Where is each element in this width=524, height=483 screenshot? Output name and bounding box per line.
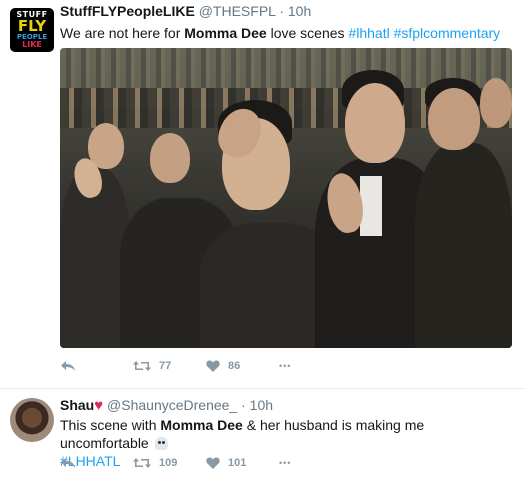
display-name[interactable]: StuffFLYPeopleLIKE — [60, 3, 195, 19]
timestamp[interactable]: 10h — [250, 397, 273, 413]
text-segment: This scene with — [60, 417, 161, 433]
retweet-icon — [133, 360, 151, 372]
reply-icon — [60, 360, 76, 372]
tweet[interactable]: STUFF FLY PEOPLE LIKE StuffFLYPeopleLIKE… — [0, 0, 524, 387]
photo-figure — [360, 176, 382, 236]
hashtag-link[interactable]: #lhhatl — [348, 25, 389, 41]
photo-figure — [428, 88, 480, 150]
retweet-count: 109 — [159, 457, 178, 469]
retweet-button[interactable]: 77 — [133, 360, 206, 372]
avatar-logo-text: LIKE — [22, 40, 42, 49]
photo-figure — [415, 143, 512, 348]
tweet-header: Shau♥ @ShaunyceDrenee_ · 10h — [60, 397, 273, 414]
text-segment: love scenes — [266, 25, 349, 41]
reply-button[interactable] — [60, 360, 100, 372]
more-button[interactable]: ••• — [279, 458, 291, 468]
avatar[interactable] — [10, 398, 54, 442]
skull-emoji-icon — [154, 437, 168, 450]
photo-figure — [150, 133, 190, 183]
photo-figure — [345, 83, 405, 163]
heart-icon — [206, 360, 220, 372]
username[interactable]: @THESFPL — [199, 3, 276, 19]
timestamp[interactable]: 10h — [288, 3, 311, 19]
avatar-logo-text: FLY — [17, 17, 47, 35]
tweet-text: We are not here for Momma Dee love scene… — [60, 24, 500, 42]
more-button[interactable]: ••• — [279, 361, 291, 371]
tweet-actions: 109 101 ••• — [60, 457, 291, 469]
separator-dot: · — [241, 397, 246, 413]
heart-icon — [206, 457, 220, 469]
avatar[interactable]: STUFF FLY PEOPLE LIKE — [10, 8, 54, 52]
text-bold: Momma Dee — [184, 25, 267, 41]
reply-button[interactable] — [60, 457, 100, 469]
retweet-icon — [133, 457, 151, 469]
hashtag-link[interactable]: #sfplcommentary — [394, 25, 501, 41]
display-name[interactable]: Shau — [60, 397, 94, 413]
reply-icon — [60, 457, 76, 469]
photo-figure — [480, 78, 512, 128]
tweet-header: StuffFLYPeopleLIKE @THESFPL · 10h — [60, 3, 311, 19]
retweet-count: 77 — [159, 360, 172, 372]
like-button[interactable]: 86 — [206, 360, 276, 372]
text-segment: We are not here for — [60, 25, 185, 41]
like-count: 86 — [228, 360, 241, 372]
text-bold: Momma Dee — [160, 417, 243, 433]
more-dots-icon: ••• — [279, 361, 292, 371]
red-heart-icon: ♥ — [94, 397, 104, 414]
like-count: 101 — [228, 457, 247, 469]
more-dots-icon: ••• — [279, 458, 292, 468]
tweet-actions: 77 86 ••• — [60, 360, 291, 372]
username[interactable]: @ShaunyceDrenee_ — [107, 397, 237, 413]
tweet[interactable]: Shau♥ @ShaunyceDrenee_ · 10h This scene … — [0, 388, 524, 483]
retweet-button[interactable]: 109 — [133, 457, 206, 469]
separator-dot: · — [279, 3, 284, 19]
like-button[interactable]: 101 — [206, 457, 276, 469]
tweet-photo[interactable] — [60, 48, 512, 348]
